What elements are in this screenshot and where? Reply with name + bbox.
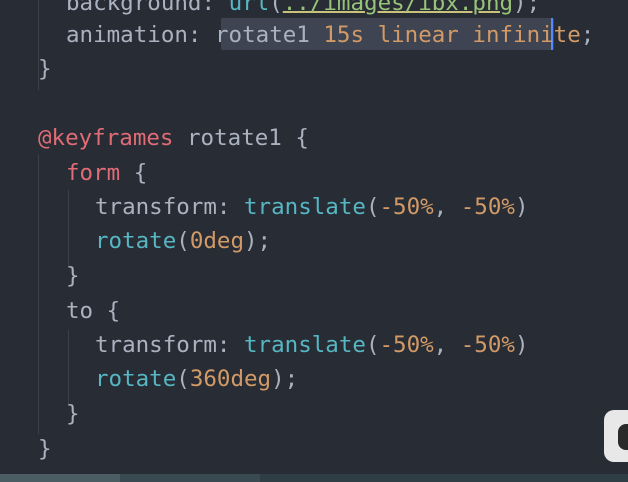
code-token-number: -50% [379,194,434,220]
code-token-number: linear infinite [364,22,581,48]
code-token-punctuation: ; [580,22,595,48]
code-line[interactable]: } [66,259,80,293]
code-token-property: rotate1 { [173,125,309,151]
code-token-punctuation: } [66,263,80,289]
code-token-string: ../images/ibx.png [282,0,514,16]
code-token-property: background: [66,0,229,16]
code-line[interactable]: animation: rotate1 15s linear infinite; [66,18,594,52]
indent-guide [38,154,39,434]
code-line[interactable]: } [38,52,52,86]
code-token-punctuation: ( [365,194,380,220]
code-line[interactable]: to { [66,294,120,328]
code-token-punctuation: ); [244,228,272,254]
code-line[interactable]: background: url(../images/ibx.png); [66,0,540,20]
code-token-punctuation: ); [513,0,541,16]
code-line[interactable]: form { [66,156,147,190]
code-token-punctuation: { [120,160,148,186]
code-token-function: url [228,0,270,16]
code-token-at_rule: @keyframes [38,125,174,151]
code-token-punctuation: ); [271,366,299,392]
code-token-number: -50% [460,332,515,358]
code-token-punctuation: , [433,194,461,220]
code-token-property: rotate1 [215,22,324,48]
code-line[interactable]: transform: translate(-50%, -50%) [95,328,529,362]
code-line[interactable]: } [38,432,52,466]
code-token-punctuation: } [38,56,52,82]
code-line[interactable]: transform: translate(-50%, -50%) [95,190,529,224]
code-token-function: rotate [95,366,177,392]
code-token-number: -50% [379,332,434,358]
code-token-property: transform: [95,332,245,358]
code-token-punctuation: ( [365,332,380,358]
code-line[interactable]: @keyframes rotate1 { [38,121,309,155]
code-token-punctuation: ) [514,194,529,220]
code-line[interactable]: rotate(360deg); [95,362,298,396]
bottom-scroll-strip [0,474,628,482]
code-token-function: translate [244,194,366,220]
code-token-property: to [66,298,94,324]
code-token-property: animation: [66,22,216,48]
code-token-punctuation: , [433,332,461,358]
code-token-punctuation: ( [269,0,283,16]
code-line[interactable]: } [66,397,80,431]
code-token-punctuation: { [93,298,121,324]
floating-widget[interactable] [604,410,628,462]
code-token-number: 360deg [189,366,272,392]
code-editor[interactable]: background: url(../images/ibx.png); anima… [0,0,628,482]
code-token-number: 15s [323,22,365,48]
code-token-number: -50% [460,194,515,220]
code-token-punctuation: } [38,436,52,462]
code-line[interactable]: rotate(0deg); [95,224,271,258]
code-token-punctuation: } [66,401,80,427]
code-token-property: transform: [95,194,245,220]
code-token-punctuation: ( [176,366,190,392]
code-token-number: 0deg [189,228,245,254]
code-token-function: translate [244,332,366,358]
indent-guide [68,330,69,406]
widget-icon [618,424,628,450]
code-token-function: rotate [95,228,177,254]
indent-guide [68,190,69,266]
code-token-punctuation: ) [514,332,529,358]
code-token-punctuation: ( [176,228,190,254]
code-token-keyword: form [66,160,121,186]
